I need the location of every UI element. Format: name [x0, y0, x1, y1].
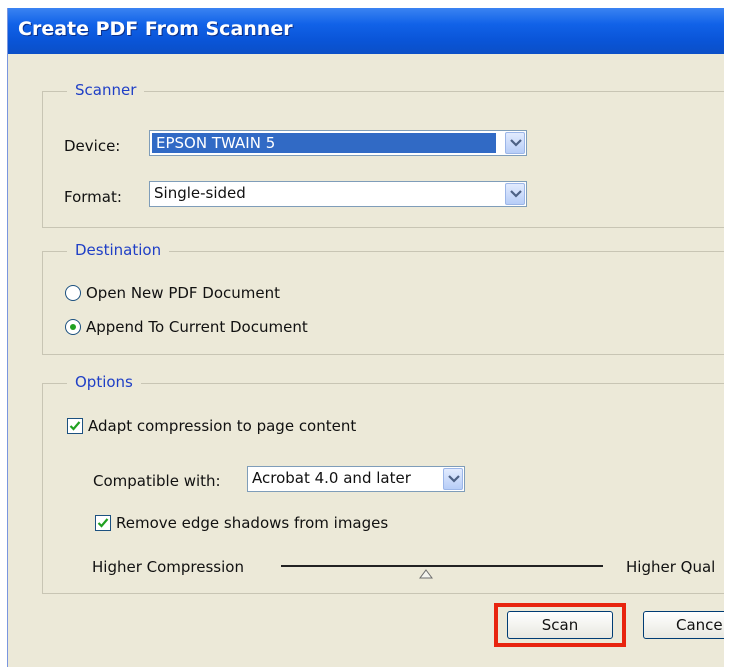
device-dropdown-button[interactable] [505, 132, 525, 154]
adapt-compression-label[interactable]: Adapt compression to page content [88, 417, 356, 435]
format-value: Single-sided [154, 184, 246, 202]
chevron-down-icon [510, 190, 522, 198]
create-pdf-dialog: Create PDF From Scanner Scanner Device: … [7, 8, 724, 667]
format-label: Format: [64, 188, 122, 206]
remove-shadows-label[interactable]: Remove edge shadows from images [116, 514, 388, 532]
compatible-with-dropdown[interactable]: Acrobat 4.0 and later [247, 466, 465, 492]
open-new-pdf-label[interactable]: Open New PDF Document [86, 284, 280, 302]
append-current-label[interactable]: Append To Current Document [86, 318, 308, 336]
higher-quality-label: Higher Qual [626, 558, 716, 576]
quality-slider-thumb[interactable] [418, 569, 433, 579]
compatible-with-value: Acrobat 4.0 and later [252, 469, 411, 487]
checkmark-icon [97, 518, 109, 528]
scanner-group: Scanner Device: EPSON TWAIN 5 Format: Si… [42, 81, 724, 228]
device-label: Device: [64, 137, 121, 155]
device-dropdown[interactable]: EPSON TWAIN 5 [149, 130, 527, 156]
radio-selected-dot [70, 324, 76, 330]
format-dropdown[interactable]: Single-sided [149, 181, 527, 207]
remove-shadows-checkbox[interactable] [95, 515, 111, 531]
destination-group: Destination Open New PDF Document Append… [42, 241, 724, 355]
higher-compression-label: Higher Compression [92, 558, 244, 576]
destination-group-legend: Destination [67, 241, 170, 259]
title-bar[interactable]: Create PDF From Scanner [8, 8, 724, 54]
device-value: EPSON TWAIN 5 [152, 133, 496, 153]
checkmark-icon [69, 421, 81, 431]
compatible-with-label: Compatible with: [93, 472, 221, 490]
window-title: Create PDF From Scanner [18, 18, 293, 40]
quality-slider-track[interactable] [281, 565, 603, 567]
format-dropdown-button[interactable] [505, 183, 525, 205]
chevron-down-icon [448, 475, 460, 483]
cancel-button[interactable]: Cance [643, 611, 724, 639]
scanner-group-legend: Scanner [67, 81, 145, 99]
options-group-legend: Options [67, 373, 141, 391]
compatible-dropdown-button[interactable] [443, 468, 463, 490]
append-current-radio[interactable] [65, 319, 81, 335]
open-new-pdf-radio[interactable] [65, 285, 81, 301]
adapt-compression-checkbox[interactable] [67, 418, 83, 434]
chevron-down-icon [510, 139, 522, 147]
scan-button[interactable]: Scan [507, 611, 613, 639]
options-group: Options Adapt compression to page conten… [42, 373, 724, 594]
